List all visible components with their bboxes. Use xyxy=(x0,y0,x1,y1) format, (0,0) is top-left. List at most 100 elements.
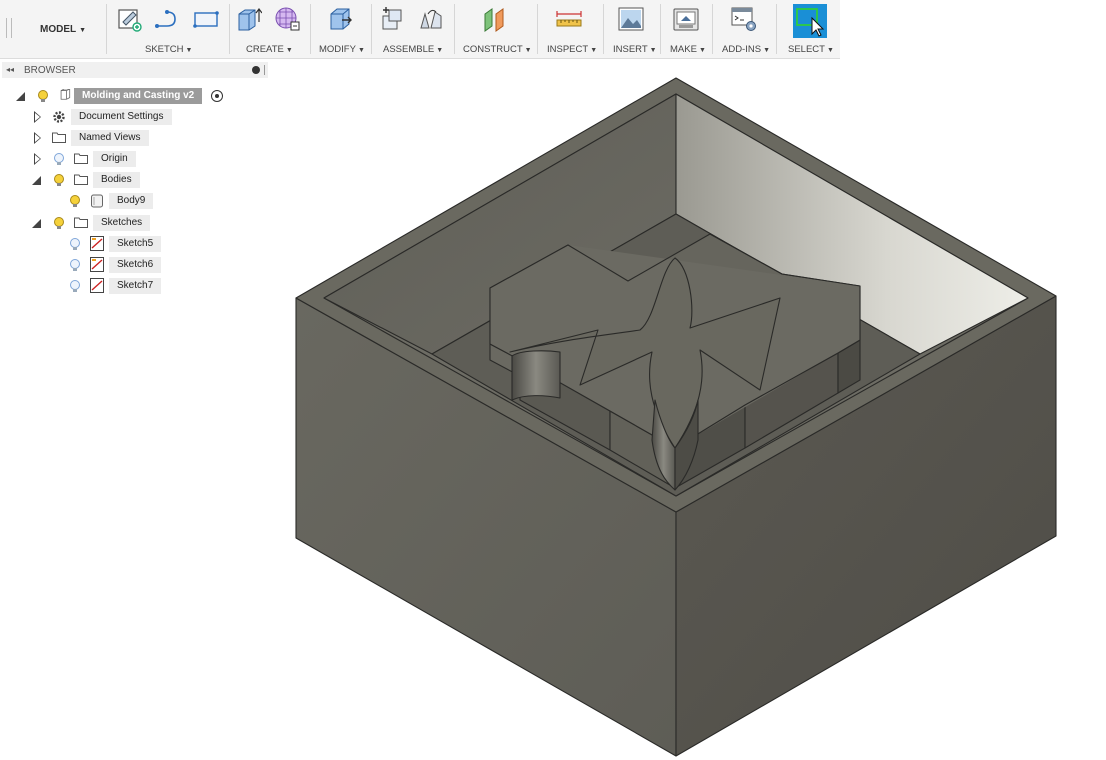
expand-arrow-icon[interactable] xyxy=(16,92,25,101)
panel-pin-icon[interactable] xyxy=(264,65,267,75)
tree-item-label: Document Settings xyxy=(71,109,172,125)
tree-item-sketch7[interactable]: Sketch7 xyxy=(0,278,272,294)
assemble-menu[interactable]: ASSEMBLE ▼ xyxy=(383,44,443,55)
tree-item-label: Origin xyxy=(93,151,136,167)
toolbar-separator xyxy=(229,4,230,54)
select-menu[interactable]: SELECT ▼ xyxy=(788,44,834,55)
workspace-switcher[interactable]: MODEL ▼ xyxy=(40,24,86,35)
3d-print-icon[interactable] xyxy=(673,6,699,32)
insert-menu[interactable]: INSERT ▼ xyxy=(613,44,657,55)
expand-arrow-icon[interactable] xyxy=(34,132,41,144)
browser-header: ◂◂ BROWSER xyxy=(2,62,268,78)
caret-down-icon: ▼ xyxy=(698,47,706,54)
tree-item-label: Named Views xyxy=(71,130,149,146)
form-icon[interactable] xyxy=(274,6,300,32)
visibility-bulb-icon[interactable] xyxy=(68,279,82,294)
caret-down-icon: ▼ xyxy=(590,47,598,54)
tree-item-label: Sketches xyxy=(93,215,151,231)
offset-plane-icon[interactable] xyxy=(482,6,508,32)
browser-title: BROWSER xyxy=(24,65,76,76)
joint-icon[interactable] xyxy=(419,6,445,32)
caret-down-icon: ▼ xyxy=(524,47,532,54)
tree-item-label: Body9 xyxy=(109,193,154,209)
sketch-icon xyxy=(90,278,104,293)
visibility-bulb-icon[interactable] xyxy=(52,173,66,188)
sketch-menu[interactable]: SKETCH ▼ xyxy=(145,44,192,55)
expand-arrow-icon[interactable] xyxy=(32,176,41,185)
tree-item-label: Sketch6 xyxy=(109,257,162,273)
expand-arrow-icon[interactable] xyxy=(34,111,41,123)
toolbar-separator xyxy=(712,4,713,54)
tree-item-bodies[interactable]: Bodies xyxy=(0,172,272,188)
document-icon xyxy=(60,89,71,100)
root-label[interactable]: Molding and Casting v2 xyxy=(74,88,203,104)
caret-down-icon: ▼ xyxy=(649,47,657,54)
browser-options-icon[interactable] xyxy=(252,66,260,74)
folder-icon xyxy=(74,153,88,164)
tree-item-label: Sketch7 xyxy=(109,278,162,294)
make-menu[interactable]: MAKE ▼ xyxy=(670,44,706,55)
visibility-bulb-icon[interactable] xyxy=(52,216,66,231)
browser-panel: ◂◂ BROWSER Molding and Casting v2 Docume… xyxy=(0,60,272,300)
visibility-bulb-icon[interactable] xyxy=(52,152,66,167)
insert-image-icon[interactable] xyxy=(618,6,644,32)
visibility-bulb-icon[interactable] xyxy=(36,89,50,104)
caret-down-icon: ▼ xyxy=(763,47,770,54)
press-pull-icon[interactable] xyxy=(327,6,353,32)
model-viewport[interactable] xyxy=(280,70,1080,760)
tree-item-origin[interactable]: Origin xyxy=(0,151,272,167)
tree-item-label: Sketch5 xyxy=(109,236,162,252)
create-sketch-icon[interactable] xyxy=(117,6,143,32)
body-icon xyxy=(91,194,103,208)
folder-icon xyxy=(74,174,88,185)
new-component-icon[interactable] xyxy=(380,6,406,32)
select-icon[interactable] xyxy=(793,4,827,38)
rectangle-icon[interactable] xyxy=(193,6,219,32)
toolbar-separator xyxy=(537,4,538,54)
toolbar-separator xyxy=(776,4,777,54)
visibility-bulb-icon[interactable] xyxy=(68,194,82,209)
toolbar-separator xyxy=(603,4,604,54)
activate-radio-icon[interactable] xyxy=(211,90,223,102)
sketch-icon xyxy=(90,236,104,251)
tree-item-document-settings[interactable]: Document Settings xyxy=(0,109,272,125)
tree-item-named-views[interactable]: Named Views xyxy=(0,130,272,146)
addins-menu[interactable]: ADD-INS ▼ xyxy=(722,44,770,55)
tree-item-sketch5[interactable]: Sketch5 xyxy=(0,236,272,252)
scripts-addins-icon[interactable] xyxy=(731,6,757,32)
extrude-icon[interactable] xyxy=(236,6,262,32)
create-menu[interactable]: CREATE ▼ xyxy=(246,44,293,55)
visibility-bulb-icon[interactable] xyxy=(68,237,82,252)
toolbar-separator xyxy=(660,4,661,54)
caret-down-icon: ▼ xyxy=(185,47,193,54)
measure-icon[interactable] xyxy=(556,6,582,32)
caret-down-icon: ▼ xyxy=(79,27,87,34)
expand-arrow-icon[interactable] xyxy=(32,219,41,228)
gear-icon xyxy=(53,111,65,123)
caret-down-icon: ▼ xyxy=(285,47,293,54)
expand-arrow-icon[interactable] xyxy=(34,153,41,165)
collapse-panel-icon[interactable]: ◂◂ xyxy=(6,65,14,74)
construct-menu[interactable]: CONSTRUCT ▼ xyxy=(463,44,532,55)
toolbar-separator xyxy=(454,4,455,54)
mold-body[interactable] xyxy=(295,77,1057,757)
caret-down-icon: ▼ xyxy=(826,47,834,54)
caret-down-icon: ▼ xyxy=(357,47,365,54)
tree-item-label: Bodies xyxy=(93,172,140,188)
tree-root[interactable]: Molding and Casting v2 xyxy=(0,88,272,104)
inspect-menu[interactable]: INSPECT ▼ xyxy=(547,44,597,55)
folder-icon xyxy=(74,217,88,228)
tree-item-sketches[interactable]: Sketches xyxy=(0,215,272,231)
toolbar-separator xyxy=(310,4,311,54)
workspace-label: MODEL xyxy=(40,24,77,35)
caret-down-icon: ▼ xyxy=(436,47,444,54)
tree-item-body9[interactable]: Body9 xyxy=(0,193,272,209)
toolbar-separator xyxy=(106,4,107,54)
tree-item-sketch6[interactable]: Sketch6 xyxy=(0,257,272,273)
line-icon[interactable] xyxy=(153,6,179,32)
modify-menu[interactable]: MODIFY ▼ xyxy=(319,44,365,55)
visibility-bulb-icon[interactable] xyxy=(68,258,82,273)
toolbar: MODEL ▼ SKETCH ▼ CREATE ▼ MODIFY ▼ ASSEM… xyxy=(0,0,840,59)
toolbar-separator xyxy=(371,4,372,54)
toolbar-grip[interactable] xyxy=(6,18,12,38)
